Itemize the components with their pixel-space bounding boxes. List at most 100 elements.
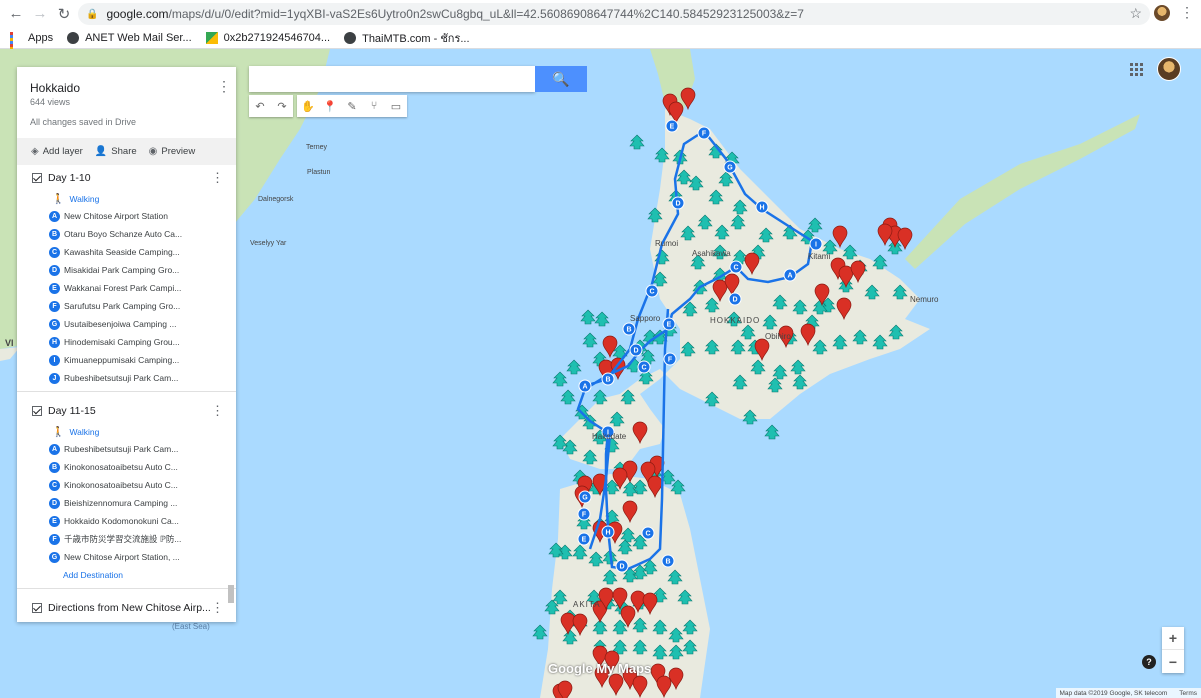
layer-options-icon[interactable]: ⋮ xyxy=(211,601,224,614)
route-stop-badge[interactable]: E xyxy=(662,317,676,331)
draw-line-icon[interactable]: ✎ xyxy=(341,95,363,117)
add-marker-icon[interactable]: 📍 xyxy=(319,95,341,117)
layer-header[interactable]: Directions from New Chitose Airp... ⋮ xyxy=(17,595,236,621)
list-item[interactable]: D Misakidai Park Camping Gro... xyxy=(17,261,236,279)
map-search-button[interactable]: 🔍 xyxy=(535,66,587,92)
campsite-tree-icon[interactable] xyxy=(582,332,598,348)
list-item[interactable]: E Wakkanai Forest Park Campi... xyxy=(17,279,236,297)
route-stop-badge[interactable]: D xyxy=(629,343,643,357)
list-item[interactable]: G Usutaibesenjoiwa Camping ... xyxy=(17,315,236,333)
add-layer-button[interactable]: ◈ Add layer xyxy=(31,146,83,157)
browser-menu-icon[interactable]: ⋮ xyxy=(1180,4,1194,21)
route-stop-badge[interactable]: B xyxy=(661,554,675,568)
bookmark-thaimtb[interactable]: ThaiMTB.com - ชักร... xyxy=(344,29,470,47)
list-item[interactable]: C Kinokonosatoaibetsu Auto C... xyxy=(17,476,236,494)
route-stop-badge[interactable]: H xyxy=(601,525,615,539)
list-item[interactable]: F 千歳市防災学習交流施設 ℙ防... xyxy=(17,530,236,548)
list-item[interactable]: G New Chitose Airport Station, ... xyxy=(17,548,236,566)
campsite-tree-icon[interactable] xyxy=(764,424,780,440)
route-stop-badge[interactable]: C xyxy=(645,284,659,298)
add-destination-link[interactable]: Add Destination xyxy=(17,566,236,584)
route-stop-badge[interactable]: F xyxy=(577,507,591,521)
route-stop-badge[interactable]: A xyxy=(783,268,797,282)
list-item[interactable]: B Kinokonosatoaibetsu Auto C... xyxy=(17,458,236,476)
map-title[interactable]: Hokkaido xyxy=(30,81,80,95)
layer-header[interactable]: Day 11-15 ⋮ xyxy=(17,398,236,424)
route-stop-badge[interactable]: H xyxy=(755,200,769,214)
layer-header[interactable]: Day 1-10 ⋮ xyxy=(17,165,236,191)
route-stop-badge[interactable]: B xyxy=(601,372,615,386)
campsite-tree-icon[interactable] xyxy=(566,359,582,375)
bookmark-apps[interactable]: Apps xyxy=(10,31,53,59)
directions-icon[interactable]: ⑂ xyxy=(363,95,385,117)
route-stop-badge[interactable]: E xyxy=(577,532,591,546)
route-stop-badge[interactable]: F xyxy=(663,352,677,366)
route-stop-badge[interactable]: G xyxy=(578,490,592,504)
list-item[interactable]: A Rubeshibetsutsuji Park Cam... xyxy=(17,440,236,458)
bookmark-star-icon[interactable]: ☆ xyxy=(1129,5,1142,22)
layer-visibility-checkbox[interactable] xyxy=(32,603,42,613)
measure-icon[interactable]: ▭ xyxy=(385,95,407,117)
layer-options-icon[interactable]: ⋮ xyxy=(211,404,224,417)
google-apps-icon[interactable] xyxy=(1130,63,1143,76)
route-stop-badge[interactable]: B xyxy=(622,322,636,336)
stop-badge: I xyxy=(49,354,60,366)
reload-icon[interactable]: ↻ xyxy=(52,2,76,26)
list-item[interactable]: B Otaru Boyo Schanze Auto Ca... xyxy=(17,225,236,243)
preview-button[interactable]: ◉ Preview xyxy=(149,146,196,157)
terms-link[interactable]: Terms xyxy=(1179,690,1197,697)
route-stop-badge[interactable]: A xyxy=(578,379,592,393)
list-item[interactable]: A New Chitose Airport Station xyxy=(17,207,236,225)
browser-profile-avatar[interactable] xyxy=(1154,5,1170,21)
campsite-tree-icon[interactable] xyxy=(560,389,576,405)
bookmark-hex[interactable]: 0x2b27192454670​4... xyxy=(205,31,330,44)
list-item[interactable]: F Sarufutsu Park Camping Gro... xyxy=(17,297,236,315)
address-bar[interactable]: 🔒 google.com/maps/d/u/0/edit?mid=1yqXBI-… xyxy=(78,3,1150,25)
campsite-tree-icon[interactable] xyxy=(807,217,823,233)
campsite-tree-icon[interactable] xyxy=(580,309,596,325)
route-stop-badge[interactable]: E xyxy=(665,119,679,133)
route-stop-badge[interactable]: G xyxy=(723,160,737,174)
help-icon[interactable]: ? xyxy=(1142,655,1156,669)
route-stop-letter: C xyxy=(733,265,738,272)
route-stop-badge[interactable]: D xyxy=(671,196,685,210)
map-pin-icon[interactable] xyxy=(832,225,848,249)
layer-visibility-checkbox[interactable] xyxy=(32,173,42,183)
campsite-tree-icon[interactable] xyxy=(594,311,610,327)
bookmark-anet[interactable]: ANET Web Mail Ser... xyxy=(67,31,192,44)
route-stop-badge[interactable]: C xyxy=(637,360,651,374)
travel-mode[interactable]: 🚶 Walking xyxy=(17,424,236,440)
list-item[interactable]: J Rubeshibetsutsuji Park Cam... xyxy=(17,369,236,387)
layer-options-icon[interactable]: ⋮ xyxy=(211,171,224,184)
campsite-tree-icon[interactable] xyxy=(552,371,568,387)
map-pin-icon[interactable] xyxy=(877,223,893,247)
layer-visibility-checkbox[interactable] xyxy=(32,406,42,416)
account-avatar[interactable] xyxy=(1157,57,1181,81)
route-stop-badge[interactable]: D xyxy=(728,292,742,306)
panel-scrollbar[interactable] xyxy=(228,585,234,603)
zoom-in-button[interactable]: + xyxy=(1162,627,1184,650)
redo-icon[interactable]: ↷ xyxy=(271,95,293,117)
list-item[interactable]: C Kawashita Seaside Camping... xyxy=(17,243,236,261)
route-stop-badge[interactable]: C xyxy=(641,526,655,540)
map-canvas[interactable]: ABCDEFGHIABCDEFGHIBEFDCCD Nemuro HOKKAID… xyxy=(0,49,1201,698)
undo-icon[interactable]: ↶ xyxy=(249,95,271,117)
hand-select-icon[interactable]: ✋ xyxy=(297,95,319,117)
route-stop-badge[interactable]: C xyxy=(729,260,743,274)
route-stop-badge[interactable]: D xyxy=(615,559,629,573)
travel-mode[interactable]: 🚶 Walking xyxy=(17,191,236,207)
share-button[interactable]: 👤 Share xyxy=(95,146,137,157)
campsite-tree-icon[interactable] xyxy=(629,134,645,150)
list-item[interactable]: I Kimuaneppumisaki Camping... xyxy=(17,351,236,369)
list-item[interactable]: H Hinodemisaki Camping Grou... xyxy=(17,333,236,351)
back-icon[interactable]: ← xyxy=(4,2,28,26)
zoom-out-button[interactable]: − xyxy=(1162,650,1184,673)
map-search-input[interactable] xyxy=(249,66,535,92)
list-item[interactable]: D Bieishizennomura Camping ... xyxy=(17,494,236,512)
map-options-icon[interactable]: ⋮ xyxy=(217,79,231,93)
campsite-tree-icon[interactable] xyxy=(532,624,548,640)
route-stop-badge[interactable]: I xyxy=(809,237,823,251)
route-stop-badge[interactable]: F xyxy=(697,126,711,140)
forward-icon[interactable]: → xyxy=(28,2,52,26)
list-item[interactable]: E Hokkaido Kodomonokuni Ca... xyxy=(17,512,236,530)
